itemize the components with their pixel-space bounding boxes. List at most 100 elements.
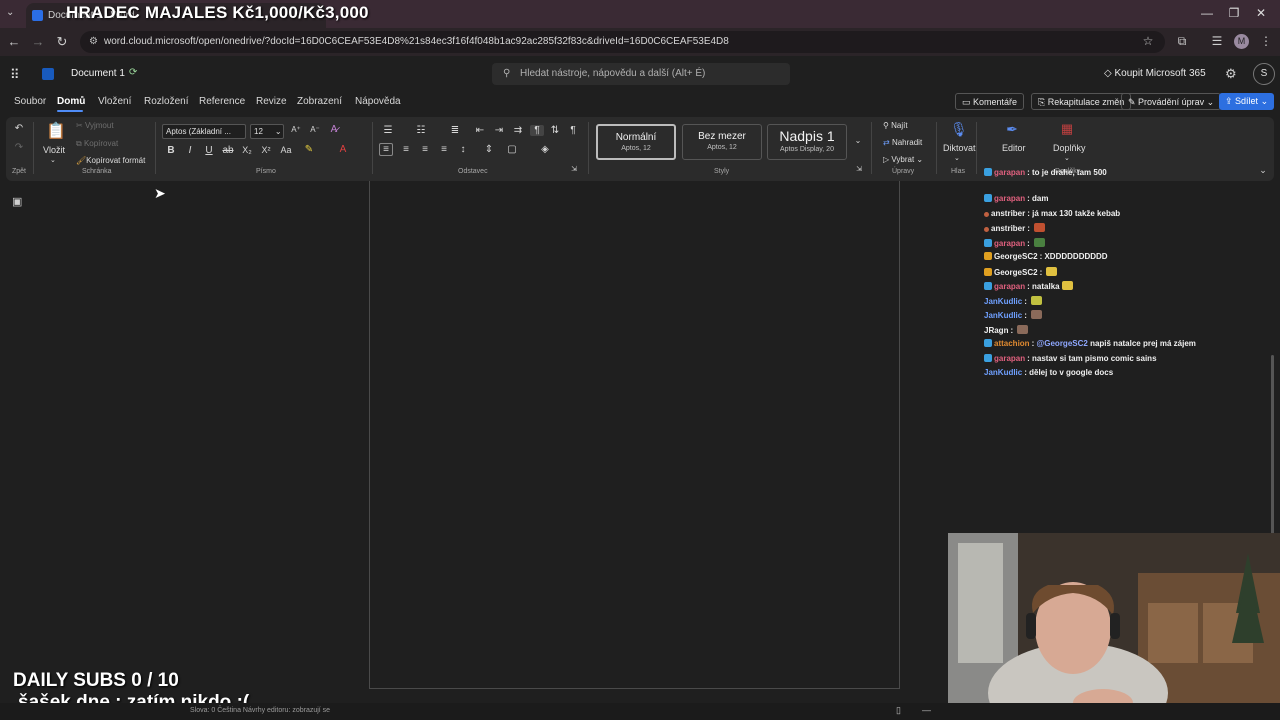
highlight-icon[interactable]: ✎ [302, 144, 316, 155]
change-case-icon[interactable]: Aa [279, 145, 293, 155]
catch-up-button[interactable]: ⎘ Rekapitulace změn [1031, 93, 1132, 110]
undo-icon[interactable]: ↶ [12, 123, 26, 134]
close-icon[interactable]: ✕ [1251, 6, 1271, 20]
rtl-icon[interactable]: ¶ [530, 125, 544, 136]
site-info-icon[interactable]: ⚙ [89, 36, 98, 47]
borders-icon[interactable]: ▢ [505, 144, 519, 155]
shrink-font-icon[interactable]: A⁻ [308, 125, 322, 134]
comments-button[interactable]: ▭ Komentáře [955, 93, 1025, 110]
share-button[interactable]: ⇪ Sdílet ⌄ [1219, 93, 1274, 110]
select-button[interactable]: ▷ Vybrat ⌄ [883, 155, 923, 164]
forward-arrow-icon[interactable]: → [30, 34, 46, 49]
tab-file[interactable]: Soubor [14, 96, 46, 107]
paragraph-launcher-icon[interactable]: ⇲ [567, 165, 581, 173]
subscript-icon[interactable]: X₂ [240, 145, 254, 155]
tab-list-chevron-icon[interactable]: ⌄ [6, 7, 14, 18]
align-left-icon[interactable]: ≡ [379, 143, 393, 156]
reload-icon[interactable]: ↻ [54, 34, 70, 50]
paste-button[interactable]: Vložit [43, 145, 65, 155]
align-right-icon[interactable]: ≡ [418, 144, 432, 155]
replace-button[interactable]: ⇄ Nahradit [883, 138, 922, 147]
browser-profile-avatar[interactable]: M [1234, 34, 1249, 49]
numbering-icon[interactable]: ☷ [414, 125, 428, 136]
show-marks-icon[interactable]: ¶ [566, 125, 580, 136]
paragraph-group-label: Odstavec [458, 168, 488, 175]
tab-references[interactable]: Reference [199, 96, 245, 107]
find-button[interactable]: ⚲ Najít [883, 121, 908, 130]
paragraph-spacing-icon[interactable]: ⇕ [482, 144, 496, 155]
multilevel-list-icon[interactable]: ≣ [448, 125, 462, 136]
maximize-icon[interactable]: ❐ [1224, 6, 1244, 20]
tab-review[interactable]: Revize [256, 96, 287, 107]
buy-microsoft-365-link[interactable]: ◇ Koupit Microsoft 365 [1104, 68, 1206, 79]
strikethrough-icon[interactable]: ab [221, 145, 235, 156]
tab-insert[interactable]: Vložení [98, 96, 131, 107]
chevron-down-icon: ⌄ [914, 155, 924, 164]
justify-icon[interactable]: ≡ [437, 144, 451, 155]
page-view-icon[interactable]: ▯ [896, 705, 901, 716]
tab-help[interactable]: Nápověda [355, 96, 401, 107]
sort-icon[interactable]: ⇅ [548, 125, 562, 136]
bookmark-star-icon[interactable]: ☆ [1140, 34, 1156, 48]
editing-label: Provádění úprav [1138, 97, 1205, 107]
settings-gear-icon[interactable]: ⚙ [1225, 66, 1237, 82]
user-avatar[interactable]: S [1253, 63, 1275, 85]
editor-pen-icon[interactable]: ✒ [1005, 121, 1019, 138]
font-name-select[interactable]: Aptos (Základní ... [162, 124, 246, 139]
decrease-indent-icon[interactable]: ⇤ [473, 125, 487, 136]
url-bar[interactable]: ⚙ word.cloud.microsoft/open/onedrive/?do… [80, 31, 1165, 53]
document-title[interactable]: Document 1 [71, 68, 125, 79]
chat-emote [1031, 296, 1043, 305]
microphone-icon[interactable]: 🎙 [950, 121, 968, 138]
addins-grid-icon[interactable]: ▦ [1060, 121, 1074, 137]
minimize-icon[interactable]: — [1197, 6, 1217, 20]
shading-icon[interactable]: ◈ [538, 144, 552, 155]
saved-status-icon[interactable]: ⟳ [129, 67, 137, 78]
editing-mode-button[interactable]: ✎ Provádění úprav ⌄ [1121, 93, 1222, 110]
copy-button[interactable]: ⧉ Kopírovat [76, 139, 118, 149]
style-normal[interactable]: Normální Aptos, 12 [596, 124, 676, 160]
style-no-spacing[interactable]: Bez mezer Aptos, 12 [682, 124, 762, 160]
dictate-button[interactable]: Diktovat [943, 143, 976, 153]
tab-layout[interactable]: Rozložení [144, 96, 188, 107]
clear-formatting-icon[interactable]: A̷ [327, 124, 341, 135]
dictate-chevron-icon[interactable]: ⌄ [954, 154, 960, 162]
increase-indent-icon[interactable]: ⇥ [492, 125, 506, 136]
bold-icon[interactable]: B [164, 145, 178, 156]
chat-emote [1031, 310, 1043, 319]
grow-font-icon[interactable]: A⁺ [289, 125, 303, 134]
styles-more-icon[interactable]: ⌄ [851, 136, 865, 145]
redo-icon[interactable]: ↷ [12, 142, 26, 153]
document-page[interactable] [369, 181, 900, 689]
navigation-pane-icon[interactable]: ▣ [12, 195, 22, 208]
align-center-icon[interactable]: ≡ [399, 144, 413, 155]
back-arrow-icon[interactable]: ← [6, 34, 22, 49]
line-spacing-icon[interactable]: ↕ [456, 144, 470, 155]
font-color-icon[interactable]: A [336, 144, 350, 155]
app-launcher-icon[interactable]: ⠿ [10, 67, 20, 83]
paste-chevron-icon[interactable]: ⌄ [50, 156, 56, 164]
tab-view[interactable]: Zobrazení [297, 96, 342, 107]
underline-icon[interactable]: U [202, 145, 216, 156]
zoom-out-icon[interactable]: — [922, 705, 931, 715]
search-icon: ⚲ [883, 121, 892, 130]
chat-emote [1034, 238, 1046, 247]
italic-icon[interactable]: I [183, 145, 197, 156]
format-painter-button[interactable]: 🖌Kopírovat formát [76, 156, 145, 165]
chat-message: garapan: dam [984, 194, 1048, 203]
reading-list-icon[interactable]: ☰ [1209, 34, 1225, 48]
extensions-icon[interactable]: ⧉ [1174, 34, 1190, 49]
style-name: Nadpis 1 [779, 128, 835, 144]
styles-launcher-icon[interactable]: ⇲ [852, 165, 866, 173]
word-logo-icon[interactable] [42, 68, 54, 80]
font-size-select[interactable]: 12 ⌄ [250, 124, 284, 139]
tab-home[interactable]: Domů [57, 96, 85, 107]
browser-menu-icon[interactable]: ⋮ [1258, 34, 1274, 48]
paste-icon[interactable]: 📋 [46, 121, 66, 141]
office-search-input[interactable]: ⚲ Hledat nástroje, nápovědu a další (Alt… [492, 63, 790, 85]
bullets-icon[interactable]: ☰ [381, 125, 395, 136]
superscript-icon[interactable]: X² [259, 145, 273, 155]
ltr-icon[interactable]: ⇉ [511, 125, 525, 136]
cut-button[interactable]: ✂ Vyjmout [76, 121, 114, 130]
style-heading-1[interactable]: Nadpis 1 Aptos Display, 20 [767, 124, 847, 160]
